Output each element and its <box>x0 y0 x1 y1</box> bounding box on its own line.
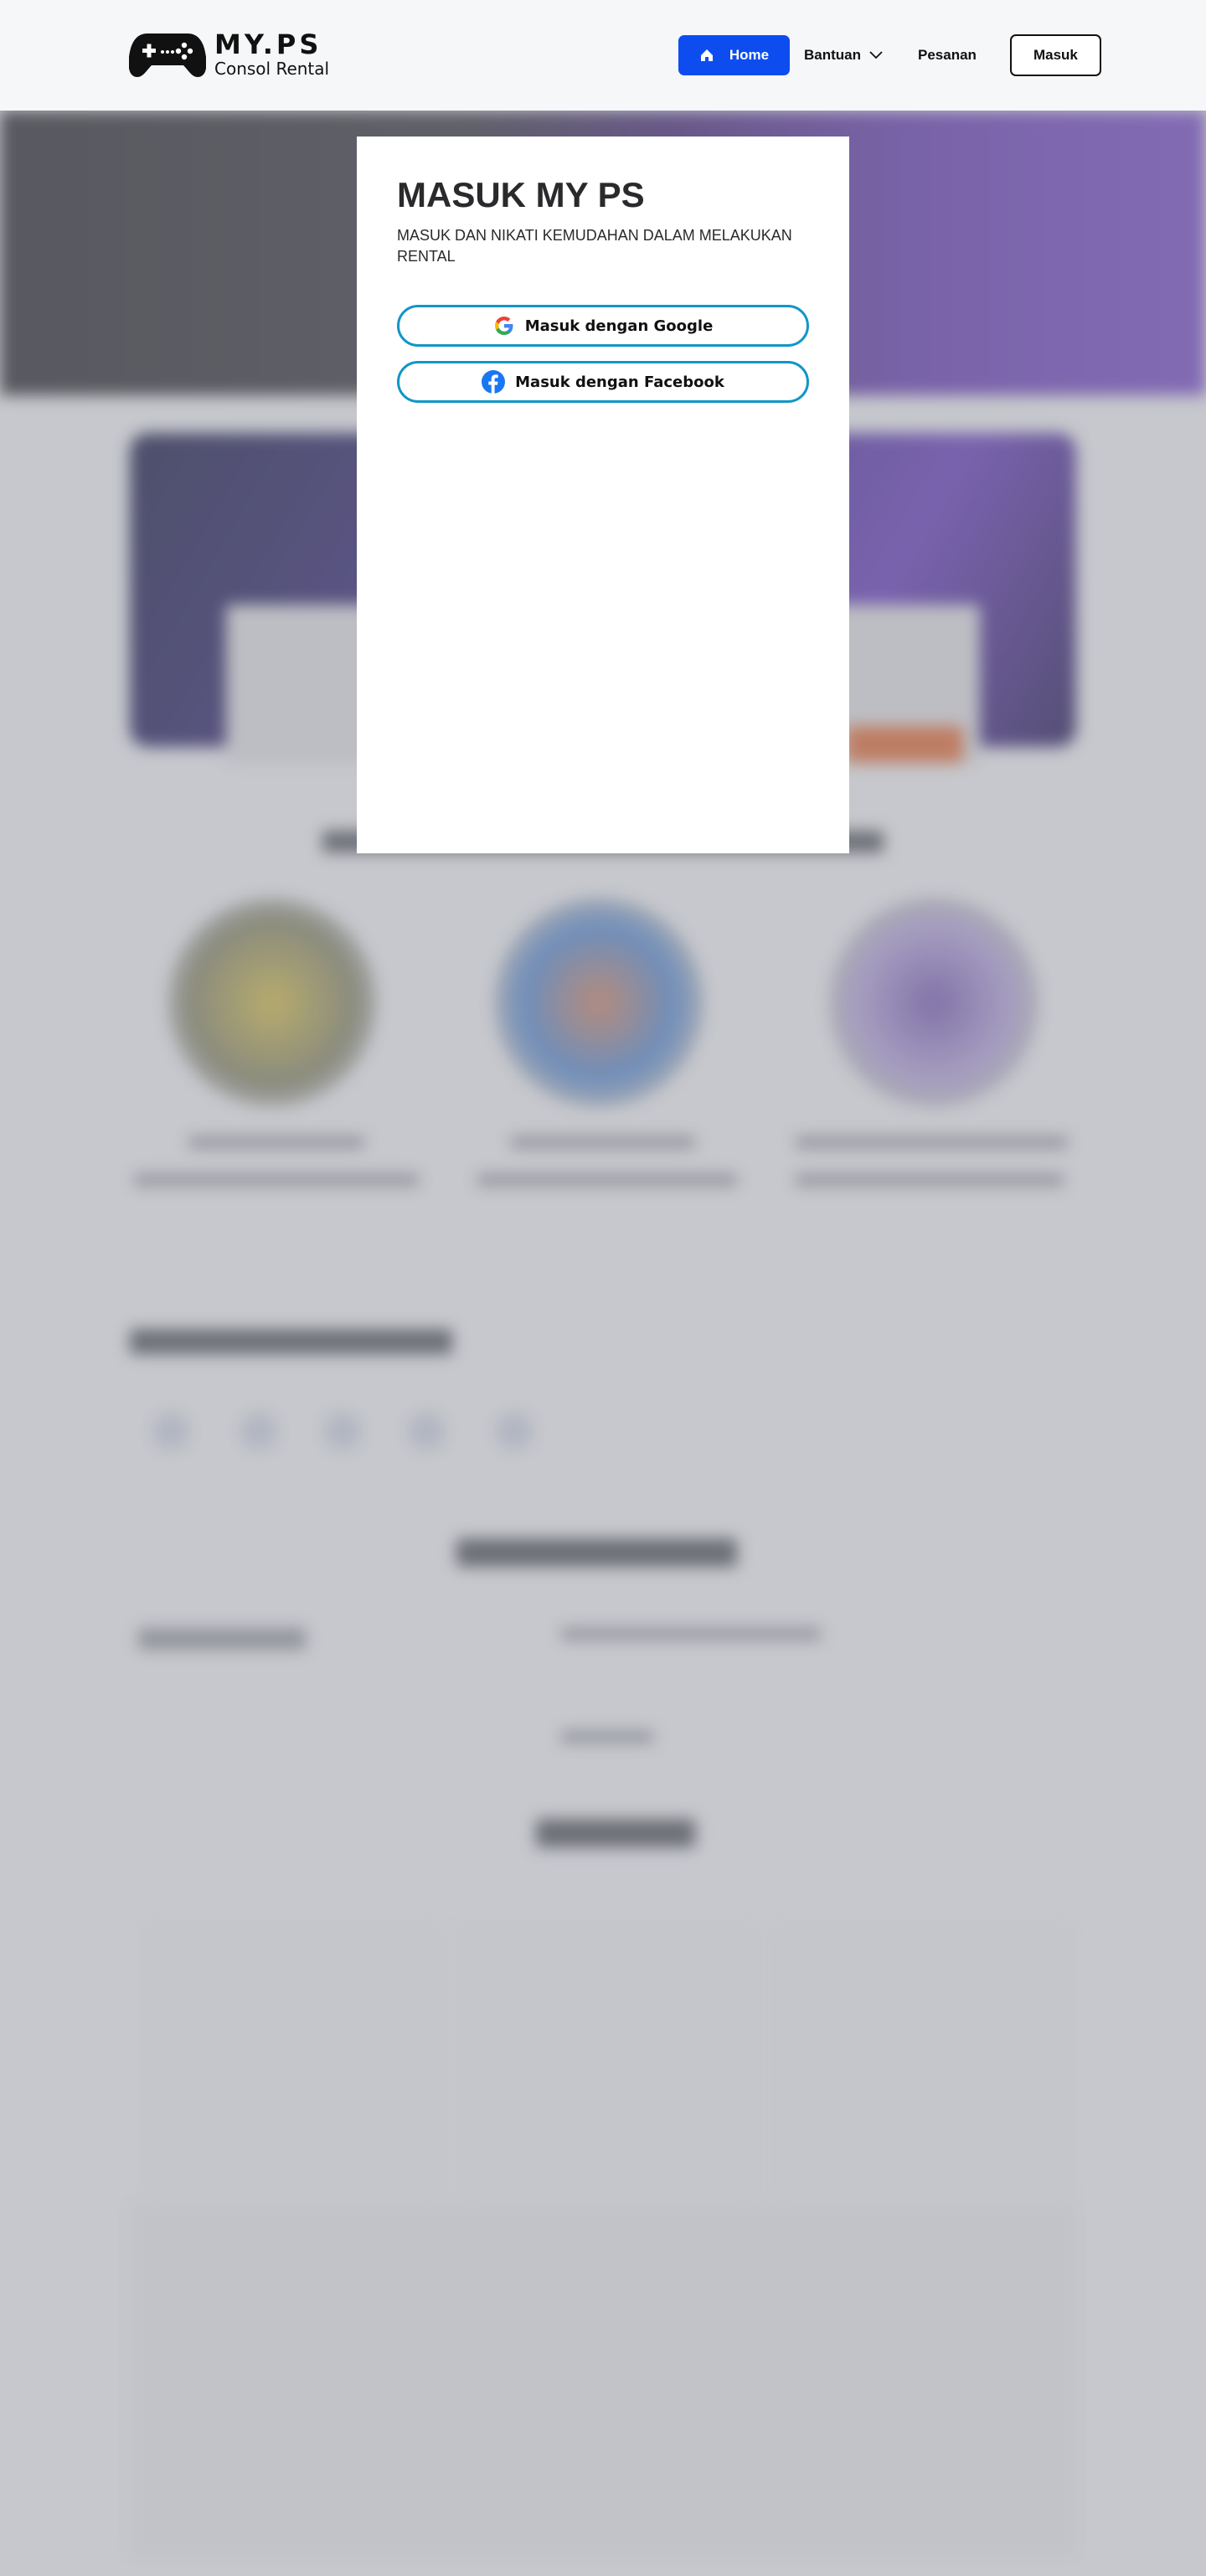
facebook-login-label: Masuk dengan Facebook <box>515 373 724 391</box>
chevron-down-icon <box>869 51 883 59</box>
logo[interactable]: MY.PS Consol Rental <box>129 30 329 79</box>
nav-bantuan-dropdown[interactable]: Bantuan <box>804 47 883 64</box>
main-nav: Home Bantuan Pesanan Masuk <box>678 34 1101 76</box>
nav-pesanan-link[interactable]: Pesanan <box>918 47 977 64</box>
home-icon <box>700 49 713 61</box>
nav-home-button[interactable]: Home <box>678 35 790 75</box>
logo-subtitle: Consol Rental <box>214 59 330 79</box>
google-login-label: Masuk dengan Google <box>524 317 714 335</box>
login-modal: MASUK MY PS MASUK DAN NIKATI KEMUDAHAN D… <box>357 137 849 853</box>
modal-subtitle: MASUK DAN NIKATI KEMUDAHAN DALAM MELAKUK… <box>397 227 792 265</box>
nav-masuk-button[interactable]: Masuk <box>1009 34 1101 76</box>
nav-bantuan-label: Bantuan <box>804 47 861 63</box>
google-login-button[interactable]: Masuk dengan Google <box>397 305 809 347</box>
logo-title: MY.PS <box>214 28 322 60</box>
facebook-login-button[interactable]: Masuk dengan Facebook <box>397 361 809 403</box>
google-icon <box>494 317 513 335</box>
site-header: MY.PS Consol Rental Home Bantuan Pesanan… <box>0 0 1206 111</box>
modal-title: MASUK MY PS <box>397 175 645 214</box>
nav-home-label: Home <box>729 47 770 63</box>
gamepad-logo-icon <box>129 33 206 77</box>
facebook-icon <box>482 370 506 394</box>
